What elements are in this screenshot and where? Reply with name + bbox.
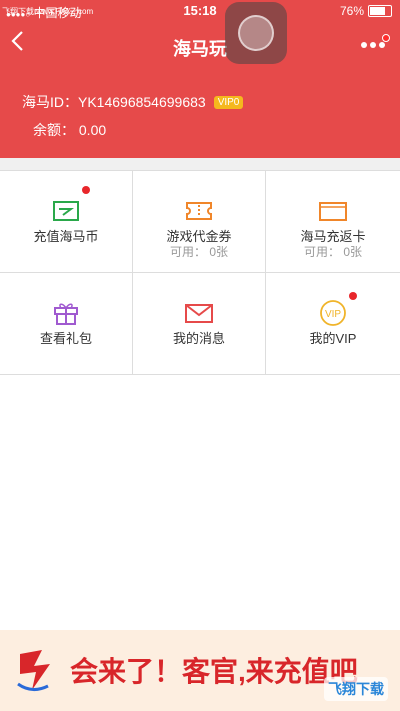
envelope-icon [185,304,213,323]
balance-row: 余额： 0.00 [33,120,106,140]
feature-grid: 充值海马币 游戏代金券 可用： 0张 海马充返卡 可用： 0张 查看礼包 我的消… [0,170,400,377]
page-title: 海马玩 [173,39,227,59]
account-panel: 海马ID： YK14696854699683 VIP0 余额： 0.00 [0,68,400,158]
vip-badge: VIP0 [213,95,244,109]
vip-icon: VIP [320,300,346,326]
id-value: YK14696854699683 [78,94,206,110]
battery-percent: 76% [339,4,364,18]
more-dots-icon [361,42,385,48]
grid-item-recharge[interactable]: 充值海马币 [0,171,133,273]
gift-icon [54,303,78,325]
grid-item-label: 我的消息 [172,331,225,346]
grid-item-messages[interactable]: 我的消息 [133,273,266,375]
refund-card-icon [319,202,347,221]
nav-bar: 海马玩 [0,22,400,68]
grid-item-sub: 可用： 0张 [169,245,228,259]
id-label: 海马ID： [22,94,78,110]
section-divider [0,158,400,170]
new-dot [349,292,357,300]
grid-item-sub: 可用： 0张 [303,245,362,259]
promo-text: 会来了！客官,来充值吧 [70,656,358,687]
floating-assist-button[interactable] [225,2,287,64]
promo-banner[interactable]: 会来了！客官,来充值吧 飞翔下载 [0,630,400,711]
battery-icon [368,5,392,17]
grid-item-coupon[interactable]: 游戏代金券 可用： 0张 [133,171,266,273]
grid-item-vip[interactable]: VIP 我的VIP [266,273,400,375]
grid-item-refund-card[interactable]: 海马充返卡 可用： 0张 [266,171,400,273]
svg-text:VIP: VIP [325,309,341,320]
status-right: 76% [340,4,392,18]
watermark-logo: 飞翔下载 [324,677,388,701]
promo-logo-icon [17,650,50,691]
notification-dot [382,34,390,42]
recharge-card-icon [53,201,79,221]
grid-item-label: 充值海马币 [33,229,99,244]
status-bar: 飞翔下载 www.FXXZ.com ●●●●○ 中国移动 15:18 76% [0,0,400,22]
grid-item-label: 查看礼包 [39,331,92,346]
grid-item-label: 我的VIP [309,331,357,346]
account-id-row: 海马ID： YK14696854699683 VIP0 [22,92,244,112]
coupon-icon [186,202,212,220]
balance-value: 0.00 [78,122,107,138]
assist-circle-icon [238,15,274,51]
new-dot [82,186,90,194]
grid-item-gift[interactable]: 查看礼包 [0,273,133,375]
balance-label: 余额： [33,122,75,138]
